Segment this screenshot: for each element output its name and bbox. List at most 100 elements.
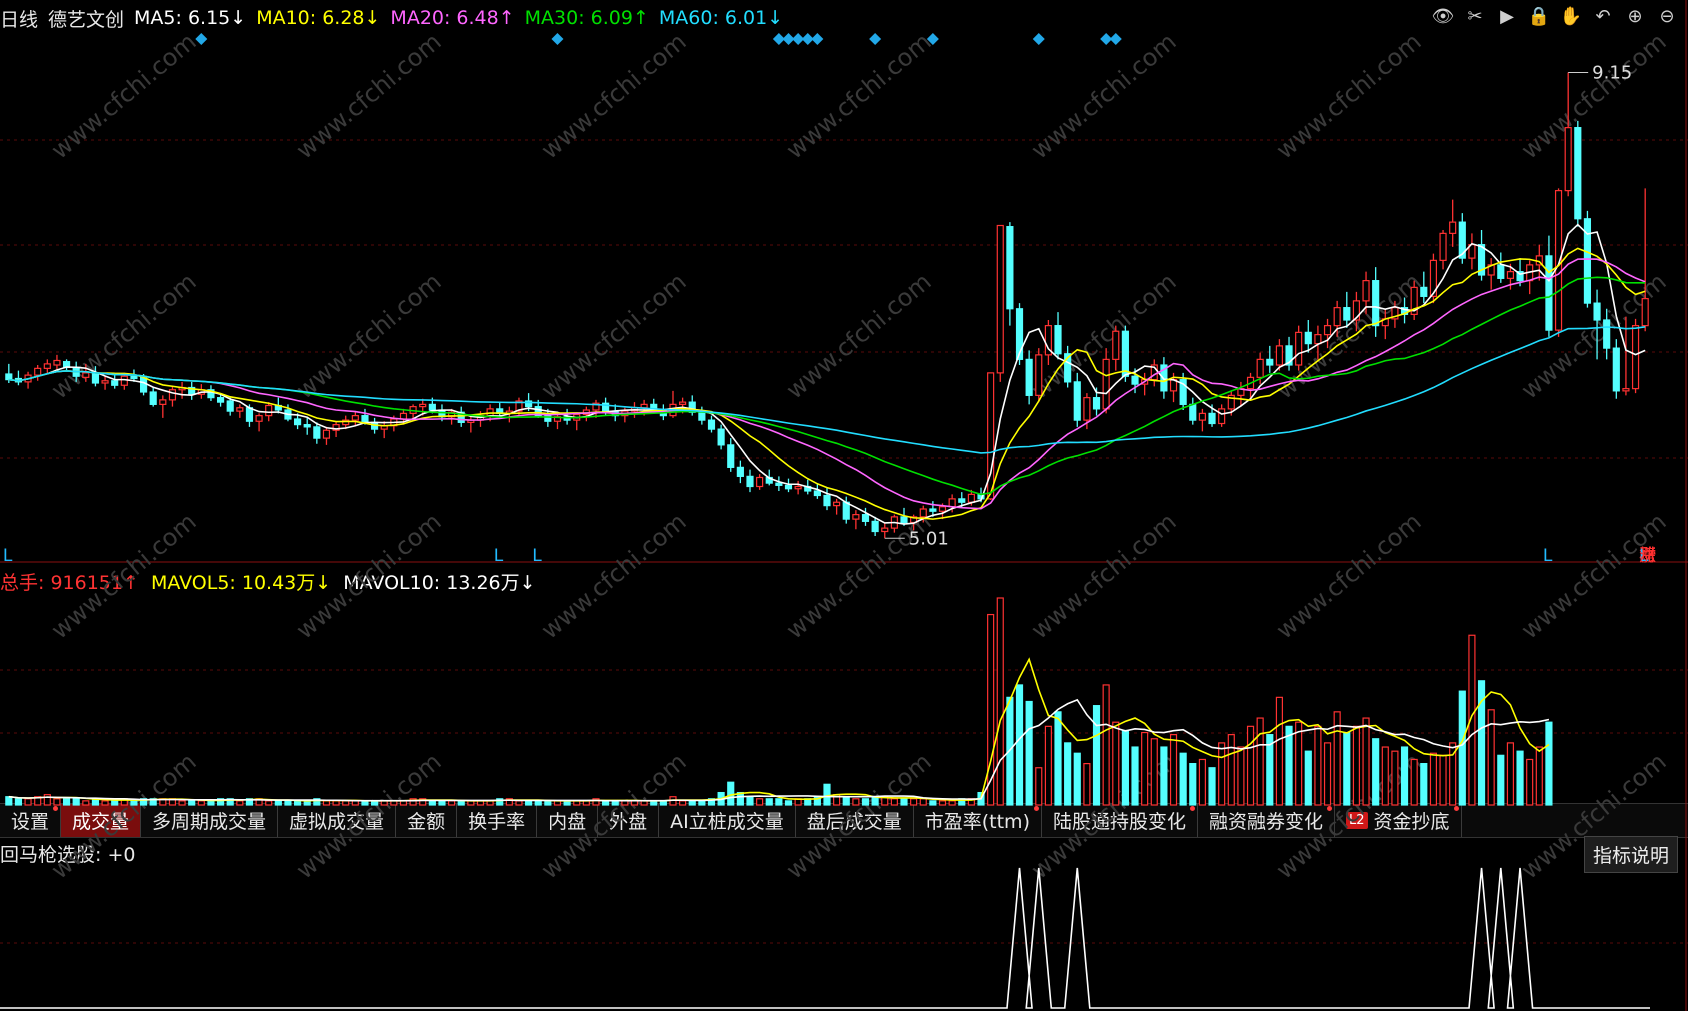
candle-body bbox=[1641, 298, 1649, 327]
volume-bar bbox=[1275, 696, 1283, 806]
volume-bar bbox=[14, 798, 23, 806]
high-price-label: 9.15 bbox=[1592, 63, 1632, 84]
watermark: www.cfchi.com bbox=[1271, 27, 1427, 164]
candle-body bbox=[1362, 280, 1370, 302]
watermark: www.cfchi.com bbox=[291, 27, 447, 164]
volume-bar bbox=[82, 800, 90, 806]
volume-bar bbox=[1352, 725, 1360, 806]
candle-body bbox=[813, 490, 821, 497]
volume-bar bbox=[207, 800, 215, 806]
volume-bar bbox=[775, 798, 783, 806]
candle-body bbox=[111, 380, 119, 386]
candle-body bbox=[265, 404, 273, 417]
watermark: www.cfchi.com bbox=[536, 507, 692, 644]
signal-diamond bbox=[1032, 33, 1045, 45]
candle-body bbox=[1006, 226, 1014, 310]
volume-bar bbox=[611, 800, 619, 806]
candle-body bbox=[852, 514, 860, 520]
volume-bar bbox=[1083, 762, 1091, 806]
candle-body bbox=[419, 403, 427, 408]
watermark: www.cfchi.com bbox=[1271, 267, 1427, 404]
volume-bar bbox=[1198, 758, 1206, 806]
volume-bar bbox=[1497, 754, 1505, 806]
volume-bar bbox=[1189, 762, 1197, 806]
candle-body bbox=[1295, 331, 1303, 366]
watermark: www.cfchi.com bbox=[536, 27, 692, 164]
signal-diamond bbox=[195, 33, 208, 45]
volume-bar bbox=[1439, 754, 1447, 806]
watermark: www.cfchi.com bbox=[291, 267, 447, 404]
volume-bar bbox=[727, 781, 735, 806]
watermark: www.cfchi.com bbox=[1516, 267, 1672, 404]
candle-body bbox=[1631, 325, 1640, 390]
volume-bar bbox=[1458, 690, 1466, 806]
volume-bar bbox=[765, 798, 773, 806]
candle-body bbox=[1218, 408, 1226, 425]
watermark: www.cfchi.com bbox=[781, 747, 937, 884]
volume-bar bbox=[428, 800, 436, 806]
volume-bar bbox=[236, 800, 244, 806]
candle-body bbox=[1035, 354, 1043, 396]
candle-body bbox=[303, 424, 311, 428]
candle-body bbox=[1073, 381, 1081, 421]
candle-body bbox=[1574, 127, 1582, 220]
candle-body bbox=[679, 401, 687, 405]
volume-bar bbox=[621, 800, 629, 806]
candle-body bbox=[43, 363, 51, 369]
volume-bar bbox=[688, 800, 696, 806]
volume-bar bbox=[43, 794, 51, 806]
watermark: www.cfchi.com bbox=[1026, 507, 1182, 644]
watermark: www.cfchi.com bbox=[1516, 27, 1672, 164]
volume-bar bbox=[1535, 746, 1543, 806]
stock-chart[interactable]: www.cfchi.com www.cfchi.com www.cfchi.com w… bbox=[0, 0, 1688, 1011]
volume-bar bbox=[1064, 742, 1072, 806]
candle-body bbox=[1054, 325, 1062, 355]
volume-bar bbox=[784, 800, 793, 806]
candle-body bbox=[861, 514, 870, 522]
signal-diamond bbox=[551, 33, 564, 45]
candle-body bbox=[120, 375, 128, 386]
volume-bar bbox=[62, 798, 71, 806]
watermark: www.cfchi.com bbox=[46, 507, 202, 644]
volume-bar bbox=[1218, 742, 1226, 806]
volume-bar bbox=[130, 800, 138, 806]
watermark: www.cfchi.com bbox=[291, 747, 447, 884]
volume-bar bbox=[1054, 711, 1062, 806]
volume-bar bbox=[1285, 725, 1293, 806]
candle-body bbox=[1439, 232, 1447, 261]
candle-body bbox=[236, 407, 244, 412]
candle-body bbox=[361, 415, 369, 423]
volume-bar bbox=[1362, 717, 1370, 806]
event-marker: L bbox=[1543, 546, 1553, 566]
volume-bar bbox=[332, 800, 340, 806]
candle-body bbox=[130, 375, 138, 380]
candle-body bbox=[996, 224, 1004, 374]
volume-bar bbox=[101, 800, 109, 806]
candle-body bbox=[1333, 307, 1341, 327]
volume-bar bbox=[457, 800, 465, 806]
volume-bar bbox=[1169, 734, 1178, 806]
volume-bar bbox=[197, 800, 205, 806]
volume-bar bbox=[1381, 746, 1389, 806]
volume-bar bbox=[72, 798, 80, 806]
volume-bar bbox=[890, 798, 898, 806]
candle-body bbox=[1603, 319, 1611, 349]
candle-body bbox=[101, 380, 109, 384]
volume-bar bbox=[342, 800, 350, 806]
candle-body bbox=[216, 397, 225, 403]
volume-bar bbox=[525, 800, 533, 806]
volume-bar bbox=[861, 798, 870, 806]
candle-body bbox=[1121, 330, 1129, 377]
volume-bar bbox=[823, 783, 831, 806]
candle-body bbox=[929, 508, 937, 512]
watermark: www.cfchi.com bbox=[781, 27, 937, 164]
volume-bar bbox=[1073, 752, 1081, 806]
volume-bar bbox=[351, 800, 359, 806]
candle-body bbox=[881, 527, 889, 533]
candle-body bbox=[1092, 397, 1101, 410]
candle-body bbox=[1506, 271, 1515, 279]
candle-body bbox=[245, 407, 254, 422]
candle-body bbox=[1372, 280, 1380, 327]
candle-body bbox=[640, 403, 648, 409]
candle-body bbox=[1256, 358, 1264, 378]
